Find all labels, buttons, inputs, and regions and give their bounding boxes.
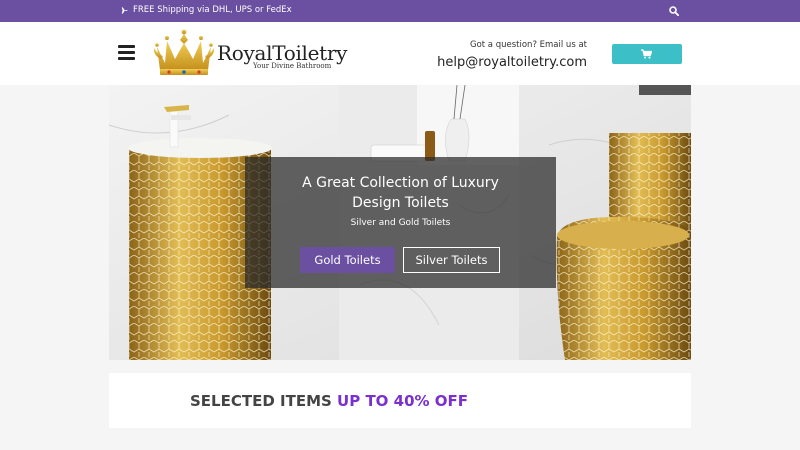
gold-toilets-button[interactable]: Gold Toilets [300, 247, 395, 273]
hero-subtitle: Silver and Gold Toilets [350, 218, 451, 228]
shipping-notice: FREE Shipping via DHL, UPS or FedEx [119, 5, 292, 15]
silver-toilets-button[interactable]: Silver Toilets [403, 247, 500, 273]
contact-question: Got a question? Email us at [469, 40, 587, 50]
search-icon[interactable] [669, 6, 679, 16]
cart-button[interactable] [612, 44, 682, 64]
brand-logo[interactable]: RoyalToiletry Your Divine Bathroom [153, 29, 353, 79]
promo-banner: SELECTED ITEMS UP TO 40% OFF [109, 373, 691, 428]
hero-title: A Great Collection of Luxury Design Toil… [302, 175, 499, 211]
hamburger-menu-icon[interactable] [118, 45, 136, 60]
cart-icon [641, 49, 652, 59]
promo-prefix: SELECTED ITEMS [190, 392, 332, 410]
promo-text: SELECTED ITEMS UP TO 40% OFF [190, 392, 468, 410]
contact-email-link[interactable]: help@royaltoiletry.com [437, 55, 587, 70]
site-header: RoyalToiletry Your Divine Bathroom Got a… [0, 22, 800, 85]
brand-tagline: Your Divine Bathroom [253, 62, 332, 70]
promo-highlight: UP TO 40% OFF [337, 392, 469, 410]
crown-logo [153, 29, 215, 75]
hero-overlay-panel: A Great Collection of Luxury Design Toil… [245, 157, 556, 288]
shipping-text: FREE Shipping via DHL, UPS or FedEx [133, 5, 292, 15]
top-announcement-bar: FREE Shipping via DHL, UPS or FedEx [0, 0, 800, 22]
contact-info: Got a question? Email us at help@royalto… [437, 40, 587, 70]
plane-icon [119, 6, 128, 14]
